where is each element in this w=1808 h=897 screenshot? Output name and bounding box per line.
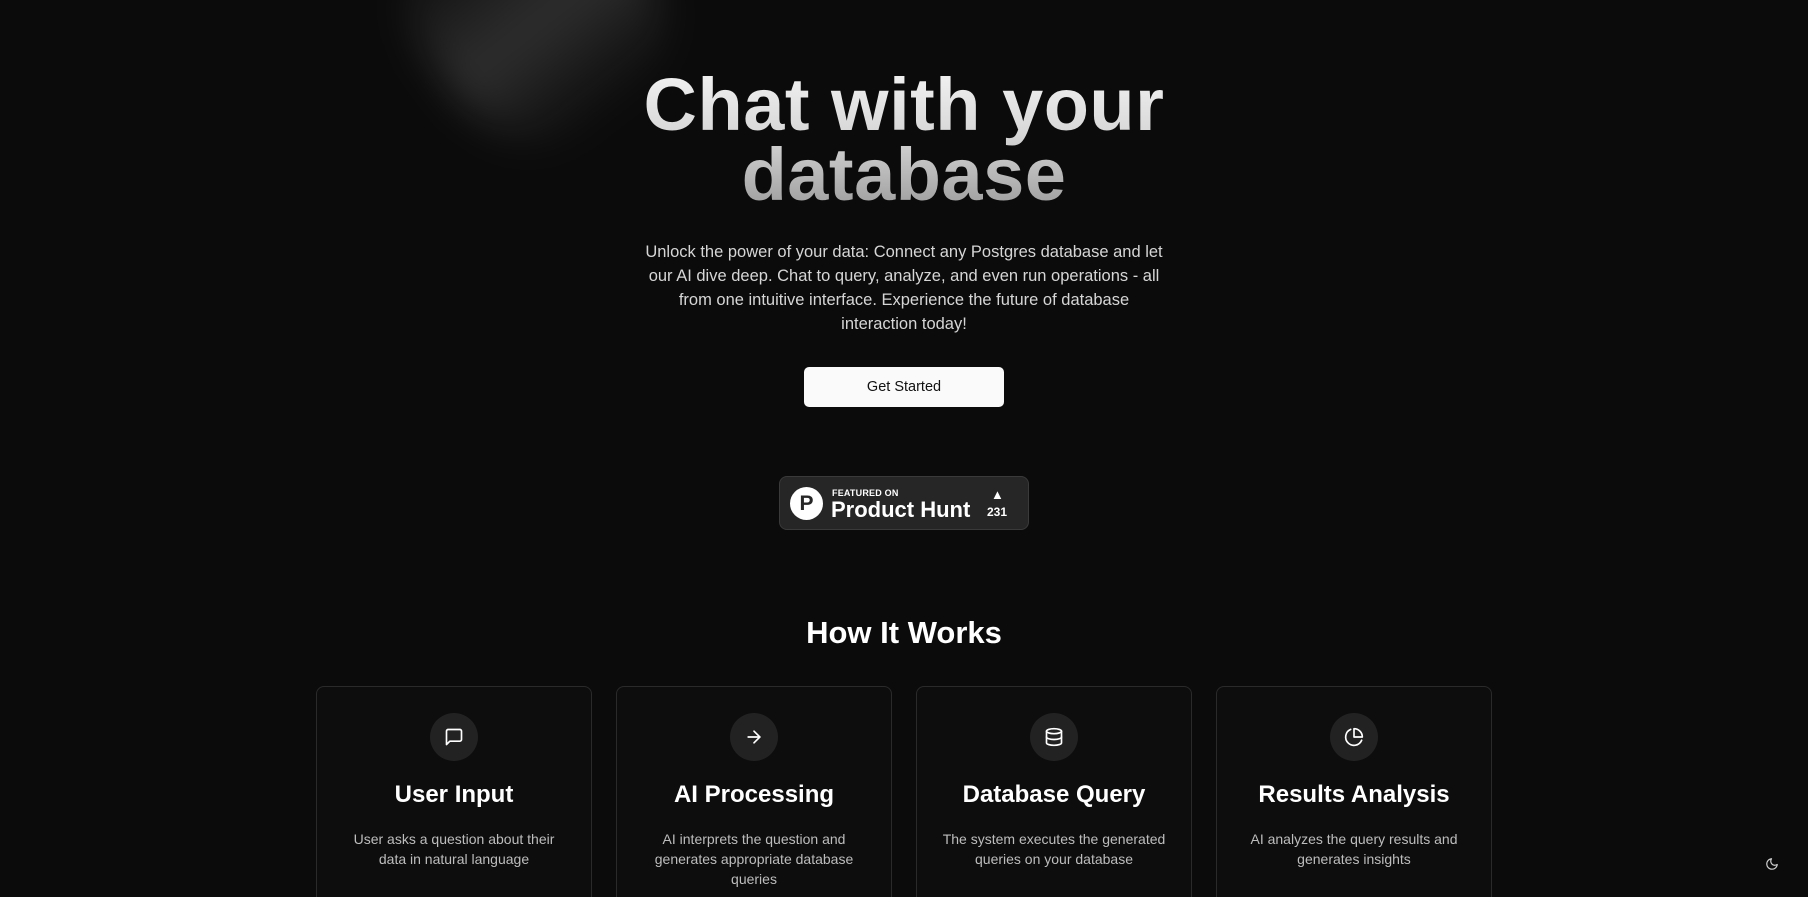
step-title: Database Query	[962, 781, 1146, 808]
step-description: User asks a question about their data in…	[353, 831, 555, 867]
step-title: AI Processing	[673, 781, 835, 808]
step-card-user-input: User Input User asks a question about th…	[316, 686, 592, 897]
moon-icon	[1766, 858, 1778, 870]
step-title: User Input	[394, 781, 514, 808]
product-hunt-logo-icon: P	[790, 487, 823, 520]
hero-section: Chat with your database Unlock the power…	[0, 68, 1808, 407]
arrow-right-icon	[730, 713, 778, 761]
landing-page: Chat with your database Unlock the power…	[0, 0, 1808, 897]
database-icon	[1030, 713, 1078, 761]
product-hunt-name: Product Hunt	[831, 497, 971, 522]
step-description: AI interprets the question and generates…	[654, 831, 854, 887]
how-it-works-title: How It Works	[806, 615, 1002, 650]
upvote-arrow-icon: ▲	[991, 487, 1004, 502]
hero-title: Chat with your database	[584, 68, 1224, 212]
get-started-button[interactable]: Get Started	[804, 367, 1004, 407]
step-description: AI analyzes the query results and genera…	[1250, 831, 1458, 867]
hero-subtitle: Unlock the power of your data: Connect a…	[645, 243, 1163, 333]
step-card-database-query: Database Query The system executes the g…	[916, 686, 1192, 897]
step-title: Results Analysis	[1258, 781, 1450, 808]
step-description: The system executes the generated querie…	[942, 831, 1166, 867]
pie-chart-icon	[1330, 713, 1378, 761]
product-hunt-badge[interactable]: P FEATURED ON Product Hunt ▲ 231	[779, 476, 1029, 530]
message-square-icon	[430, 713, 478, 761]
theme-toggle-button[interactable]	[1762, 854, 1782, 874]
step-card-results-analysis: Results Analysis AI analyzes the query r…	[1216, 686, 1492, 897]
upvote-count: 231	[986, 505, 1008, 519]
step-card-ai-processing: AI Processing AI interprets the question…	[616, 686, 892, 897]
